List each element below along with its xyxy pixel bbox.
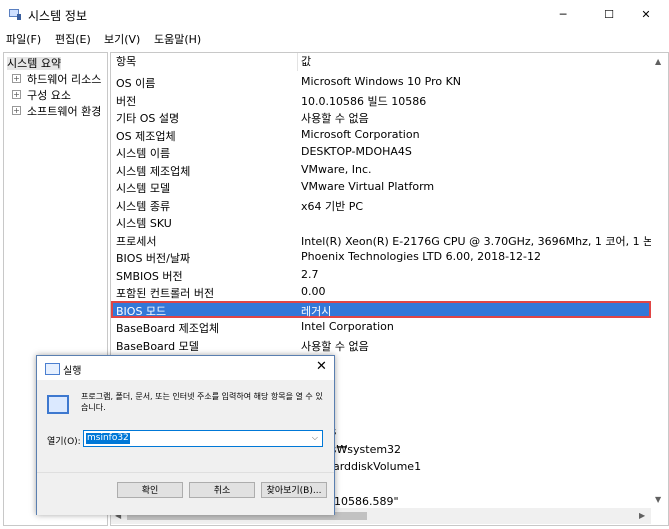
table-row[interactable]: 시스템 SKU <box>111 213 651 231</box>
row-item: OS 이름 <box>116 77 156 90</box>
row-item: 시스템 이름 <box>116 147 171 160</box>
run-command-value: msinfo32 <box>86 433 130 444</box>
run-command-input[interactable]: msinfo32 ⌵ <box>83 430 323 447</box>
row-item: 기타 OS 설명 <box>116 112 180 125</box>
row-value: Microsoft Windows 10 Pro KN <box>301 75 462 88</box>
menu-edit[interactable]: 편집(E) <box>55 31 91 47</box>
row-value: Phoenix Technologies LTD 6.00, 2018-12-1… <box>301 250 542 263</box>
column-header-item[interactable]: 항목 <box>116 53 136 71</box>
table-row-selected[interactable]: BIOS 모드 레거시 <box>111 300 651 318</box>
row-value: DESKTOP-MDOHA4S <box>301 145 412 158</box>
row-value: VMware Virtual Platform <box>301 180 435 193</box>
expand-icon[interactable]: + <box>12 74 21 83</box>
table-row[interactable]: 기타 OS 설명 사용할 수 없음 <box>111 108 651 126</box>
run-dialog: 실행 ✕ 프로그램, 폴더, 문서, 또는 인터넷 주소를 입력하여 해당 항목… <box>36 355 335 515</box>
table-row[interactable]: BaseBoard 모델 사용할 수 없음 <box>111 336 651 354</box>
menu-view[interactable]: 보기(V) <box>104 31 140 47</box>
tree-item-label: 구성 요소 <box>27 89 71 102</box>
table-row[interactable]: BaseBoard 제조업체 Intel Corporation <box>111 318 651 336</box>
table-row[interactable]: 시스템 종류 x64 기반 PC <box>111 196 651 214</box>
row-item: BIOS 버전/날짜 <box>116 252 191 265</box>
row-item: 포함된 컨트롤러 버전 <box>116 287 215 300</box>
tree-item-system-summary[interactable]: 시스템 요약 <box>7 55 62 71</box>
column-header-value[interactable]: 값 <box>301 53 311 71</box>
scroll-down-icon[interactable]: ▼ <box>655 495 661 504</box>
run-program-icon <box>47 395 69 414</box>
table-row[interactable]: OS 제조업체 Microsoft Corporation <box>111 126 651 144</box>
row-item: 프로세서 <box>116 234 157 248</box>
row-item: 시스템 SKU <box>116 217 172 230</box>
vertical-scrollbar[interactable]: ▲ ▼ <box>651 53 667 508</box>
expand-icon[interactable]: + <box>12 90 21 99</box>
row-item: BIOS 모드 <box>116 304 167 318</box>
row-item: OS 제조업체 <box>116 129 176 143</box>
system-info-icon <box>9 9 21 20</box>
menu-help[interactable]: 도움말(H) <box>154 31 201 47</box>
expand-icon[interactable]: + <box>12 106 21 115</box>
row-value: 레거시 <box>301 304 332 318</box>
row-item: 시스템 종류 <box>116 199 171 213</box>
table-row[interactable]: 프로세서 Intel(R) Xeon(R) E-2176G CPU @ 3.70G… <box>111 231 663 249</box>
row-item: 버전 <box>116 94 137 108</box>
chevron-down-icon[interactable]: ⌵ <box>312 433 318 443</box>
row-item: 시스템 모델 <box>116 182 171 195</box>
row-item: BaseBoard 제조업체 <box>116 322 220 335</box>
scroll-up-icon[interactable]: ▲ <box>655 57 661 66</box>
run-icon <box>45 363 60 375</box>
cancel-button[interactable]: 취소 <box>189 482 255 498</box>
minimize-icon: ─ <box>559 7 567 21</box>
row-value: Intel Corporation <box>301 320 394 333</box>
scroll-right-icon[interactable]: ▶ <box>639 511 645 520</box>
table-row[interactable]: BIOS 버전/날짜 Phoenix Technologies LTD 6.00,… <box>111 248 651 266</box>
ok-button[interactable]: 확인 <box>117 482 183 498</box>
open-label: 열기(O): <box>47 437 81 447</box>
column-divider[interactable] <box>297 53 298 71</box>
run-dialog-description: 프로그램, 폴더, 문서, 또는 인터넷 주소를 입력하여 해당 항목을 열 수… <box>81 392 323 412</box>
close-button[interactable]: ✕ <box>623 0 669 28</box>
row-value: Intel(R) Xeon(R) E-2176G CPU @ 3.70GHz, … <box>301 234 664 248</box>
minimize-button[interactable]: ─ <box>540 0 586 28</box>
menu-file[interactable]: 파일(F) <box>6 31 41 47</box>
table-row[interactable]: 시스템 제조업체 VMware, Inc. <box>111 161 651 179</box>
run-dialog-title-bar: 실행 ✕ <box>37 356 334 380</box>
table-row[interactable]: 포함된 컨트롤러 버전 0.00 <box>111 283 651 301</box>
table-row[interactable]: 시스템 이름 DESKTOP-MDOHA4S <box>111 143 651 161</box>
title-bar: 시스템 정보 ─ ☐ ✕ <box>0 0 669 28</box>
maximize-icon: ☐ <box>604 7 614 21</box>
row-value: 10.0.10586 빌드 10586 <box>301 94 427 108</box>
row-value: Microsoft Corporation <box>301 127 420 141</box>
close-icon: ✕ <box>641 7 651 21</box>
run-dialog-title: 실행 <box>63 366 82 377</box>
row-item: 시스템 제조업체 <box>116 164 191 178</box>
row-value: 2.7 <box>301 267 319 281</box>
table-row[interactable]: 버전 10.0.10586 빌드 10586 <box>111 91 651 109</box>
menu-bar: 파일(F) 편집(E) 보기(V) 도움말(H) <box>0 28 669 48</box>
tree-item-label: 하드웨어 리소스 <box>27 73 102 86</box>
table-row[interactable]: SMBIOS 버전 2.7 <box>111 266 651 284</box>
row-value: 사용할 수 없음 <box>301 112 369 125</box>
row-value: x64 기반 PC <box>301 199 364 213</box>
row-value: 사용할 수 없음 <box>301 339 369 353</box>
row-value: 0.00 <box>301 285 326 298</box>
window-title: 시스템 정보 <box>28 9 88 23</box>
table-row[interactable]: OS 이름 Microsoft Windows 10 Pro KN <box>111 73 651 91</box>
table-row[interactable]: 시스템 모델 VMware Virtual Platform <box>111 178 651 196</box>
row-item: SMBIOS 버전 <box>116 269 183 283</box>
browse-button[interactable]: 찾아보기(B)... <box>261 482 327 498</box>
tree-item-label: 시스템 요약 <box>7 57 62 70</box>
close-icon[interactable]: ✕ <box>316 359 327 374</box>
tree-item-label: 소프트웨어 환경 <box>27 105 102 118</box>
row-item: BaseBoard 모델 <box>116 339 199 353</box>
row-value: VMware, Inc. <box>301 162 372 176</box>
